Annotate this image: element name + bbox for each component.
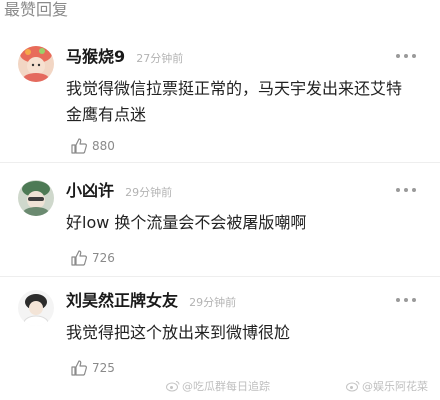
like-button[interactable]: 880 (70, 136, 115, 156)
weibo-logo-icon (346, 381, 360, 392)
username[interactable]: 马猴烧9 (66, 47, 125, 66)
thumbs-up-icon (71, 250, 87, 266)
reply-page: 最赞回复 马猴烧9 27分钟前 我觉得微信拉票挺正常的，马天宇发出来还艾特金鹰有… (0, 0, 440, 400)
comment-text: 我觉得微信拉票挺正常的，马天宇发出来还艾特金鹰有点迷 (66, 79, 403, 124)
like-count: 725 (92, 361, 115, 375)
weibo-logo-icon (166, 381, 180, 392)
more-options-icon[interactable] (396, 184, 416, 196)
comment-text: 我觉得把这个放出来到微博很尬 (66, 323, 291, 342)
section-title: 最赞回复 (4, 0, 69, 19)
timestamp: 29分钟前 (189, 296, 237, 309)
thumbs-up-icon (71, 138, 87, 154)
avatar[interactable] (18, 180, 54, 216)
avatar[interactable] (18, 46, 54, 82)
username[interactable]: 刘昊然正牌女友 (66, 291, 178, 310)
watermark-text: @娱乐阿花菜 (362, 380, 428, 393)
timestamp: 29分钟前 (125, 186, 173, 199)
avatar[interactable] (18, 290, 54, 326)
timestamp: 27分钟前 (136, 52, 184, 65)
like-count: 880 (92, 139, 115, 153)
like-count: 726 (92, 251, 115, 265)
more-options-icon[interactable] (396, 50, 416, 62)
more-options-icon[interactable] (396, 294, 416, 306)
comment-header: 马猴烧9 27分钟前 (66, 46, 183, 68)
like-button[interactable]: 726 (70, 248, 115, 268)
like-button[interactable]: 725 (70, 358, 115, 378)
thumbs-up-icon (71, 360, 87, 376)
comment-header: 小凶许 29分钟前 (66, 180, 172, 202)
divider (0, 276, 440, 277)
watermark-text: @吃瓜群每日追踪 (182, 380, 270, 393)
comment-text: 好low 换个流量会不会被屠版嘲啊 (66, 213, 307, 232)
username[interactable]: 小凶许 (66, 181, 114, 200)
divider (0, 162, 440, 163)
watermark: @娱乐阿花菜 (346, 378, 428, 394)
watermark: @吃瓜群每日追踪 (166, 378, 270, 394)
comment-header: 刘昊然正牌女友 29分钟前 (66, 290, 236, 312)
